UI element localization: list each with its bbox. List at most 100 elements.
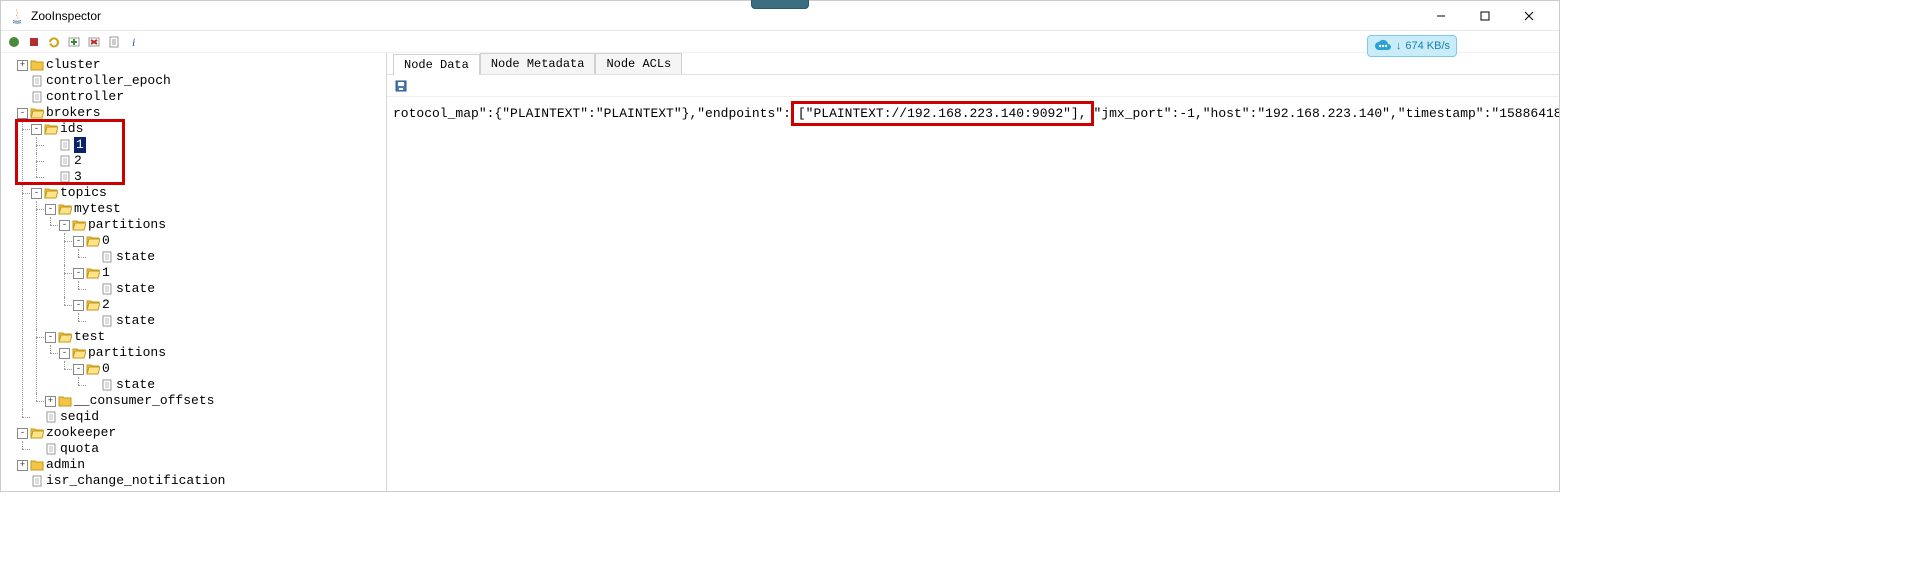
tree-node-0[interactable]: -0 <box>73 233 384 249</box>
tree-node-0[interactable]: -0 <box>73 361 384 377</box>
tree-label: seqid <box>60 409 99 425</box>
tree-node-controller-epoch[interactable]: controller_epoch <box>17 73 384 89</box>
tree-node-brokers[interactable]: -brokers <box>17 105 384 121</box>
tree-node-controller[interactable]: controller <box>17 89 384 105</box>
toggle-spacer <box>45 140 56 151</box>
app-window: ZooInspector i +clustercontroller_epochc… <box>0 0 1560 492</box>
toggle-spacer <box>45 156 56 167</box>
tree-node-partitions[interactable]: - partitions <box>59 345 384 361</box>
folder-open-icon <box>72 346 86 360</box>
expand-icon[interactable]: + <box>17 460 28 471</box>
tab-node-metadata[interactable]: Node Metadata <box>480 53 596 74</box>
add-button[interactable] <box>65 33 83 51</box>
download-arrow-icon: ↓ <box>1396 40 1402 52</box>
folder-icon <box>30 58 44 72</box>
tree-label: test <box>74 329 105 345</box>
expand-icon[interactable]: + <box>45 396 56 407</box>
tree-label: partitions <box>88 345 166 361</box>
toggle-spacer <box>87 252 98 263</box>
collapse-icon[interactable]: - <box>73 236 84 247</box>
file-icon <box>44 410 58 424</box>
folder-open-icon <box>86 298 100 312</box>
disconnect-button[interactable] <box>25 33 43 51</box>
network-badge: ↓ 674 KB/s <box>1367 35 1457 57</box>
node-data-suffix: "jmx_port":-1,"host":"192.168.223.140","… <box>1094 106 1559 121</box>
info-button[interactable]: i <box>125 33 143 51</box>
tree-node-admin[interactable]: +admin <box>17 457 384 473</box>
maximize-button[interactable] <box>1463 2 1507 30</box>
tree-node-3[interactable]: 3 <box>45 169 384 185</box>
tree-node--consumer-offsets[interactable]: +__consumer_offsets <box>45 393 384 409</box>
cloud-icon <box>1374 39 1392 53</box>
toolbar: i <box>1 31 1559 53</box>
node-data-highlight: ["PLAINTEXT://192.168.223.140:9092"], <box>791 101 1094 126</box>
connect-button[interactable] <box>5 33 23 51</box>
collapse-icon[interactable]: - <box>45 332 56 343</box>
delete-button[interactable] <box>85 33 103 51</box>
collapse-icon[interactable]: - <box>73 300 84 311</box>
tree-label: 1 <box>74 137 86 153</box>
close-button[interactable] <box>1507 2 1551 30</box>
tree-node-state[interactable]: state <box>87 249 384 265</box>
tree: +clustercontroller_epochcontroller-broke… <box>3 57 384 491</box>
tree-node-mytest[interactable]: - mytest <box>45 201 384 217</box>
tree-label: 2 <box>74 153 82 169</box>
tree-label: topics <box>60 185 107 201</box>
tree-node-1[interactable]: -1 <box>73 265 384 281</box>
tree-label: zookeeper <box>46 425 116 441</box>
top-decor <box>751 0 809 9</box>
tree-node-1[interactable]: 1 <box>45 137 384 153</box>
node-data-content[interactable]: rotocol_map":{"PLAINTEXT":"PLAINTEXT"},"… <box>387 97 1559 491</box>
collapse-icon[interactable]: - <box>31 124 42 135</box>
collapse-icon[interactable]: - <box>73 364 84 375</box>
tree-node-ids[interactable]: - ids <box>31 121 384 137</box>
collapse-icon[interactable]: - <box>17 108 28 119</box>
file-icon <box>58 170 72 184</box>
content-pane: Node DataNode MetadataNode ACLs rotocol_… <box>387 53 1559 491</box>
collapse-icon[interactable]: - <box>59 348 70 359</box>
tree-node-2[interactable]: -2 <box>73 297 384 313</box>
tree-label: state <box>116 313 155 329</box>
tree-node-zookeeper[interactable]: - zookeeper <box>17 425 384 441</box>
tree-node-2[interactable]: 2 <box>45 153 384 169</box>
tree-node-state[interactable]: state <box>87 281 384 297</box>
collapse-icon[interactable]: - <box>45 204 56 215</box>
tree-pane[interactable]: +clustercontroller_epochcontroller-broke… <box>1 53 387 491</box>
tree-node-state[interactable]: state <box>87 377 384 393</box>
expand-icon[interactable]: + <box>17 60 28 71</box>
file-icon <box>30 90 44 104</box>
toggle-spacer <box>87 380 98 391</box>
tree-node-state[interactable]: state <box>87 313 384 329</box>
tree-node-consumers[interactable]: +consumers <box>17 489 384 491</box>
tab-node-acls[interactable]: Node ACLs <box>595 53 682 74</box>
tree-label: ids <box>60 121 83 137</box>
tree-node-cluster[interactable]: +cluster <box>17 57 384 73</box>
toggle-spacer <box>87 284 98 295</box>
node-data-prefix: rotocol_map":{"PLAINTEXT":"PLAINTEXT"},"… <box>393 106 791 121</box>
tree-label: isr_change_notification <box>46 473 225 489</box>
folder-icon <box>30 458 44 472</box>
speed-label: 674 KB/s <box>1405 40 1450 52</box>
toggle-spacer <box>45 172 56 183</box>
tree-node-seqid[interactable]: seqid <box>31 409 384 425</box>
tree-node-test[interactable]: - test <box>45 329 384 345</box>
tab-node-data[interactable]: Node Data <box>393 54 480 75</box>
tree-node-partitions[interactable]: -partitions <box>59 217 384 233</box>
settings-button[interactable] <box>105 33 123 51</box>
tree-node-quota[interactable]: quota <box>31 441 384 457</box>
tree-node-topics[interactable]: - topics <box>31 185 384 201</box>
refresh-button[interactable] <box>45 33 63 51</box>
file-icon <box>58 154 72 168</box>
toggle-spacer <box>31 412 42 423</box>
collapse-icon[interactable]: - <box>31 188 42 199</box>
collapse-icon[interactable]: - <box>59 220 70 231</box>
tree-label: mytest <box>74 201 121 217</box>
window-title: ZooInspector <box>31 9 101 23</box>
collapse-icon[interactable]: - <box>17 428 28 439</box>
save-button[interactable] <box>393 78 409 94</box>
tree-node-isr-change-notification[interactable]: isr_change_notification <box>17 473 384 489</box>
file-icon <box>44 442 58 456</box>
collapse-icon[interactable]: - <box>73 268 84 279</box>
minimize-button[interactable] <box>1419 2 1463 30</box>
file-icon <box>100 314 114 328</box>
